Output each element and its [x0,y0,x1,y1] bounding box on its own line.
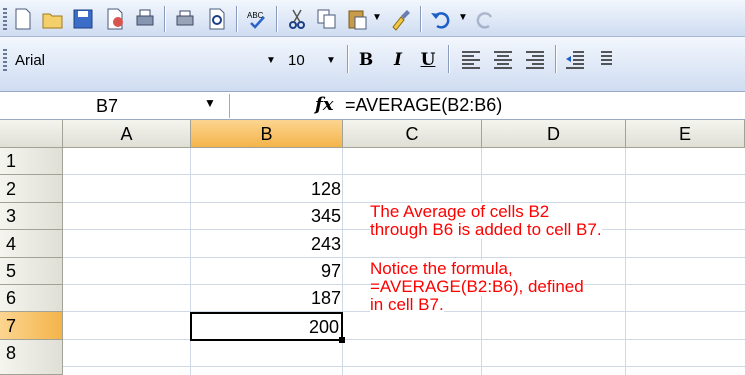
copy-icon[interactable] [314,6,340,32]
toolbar-separator [236,6,237,32]
chevron-down-icon[interactable]: ▼ [323,49,339,73]
toolbar-separator [276,6,277,32]
paste-options-arrow-icon[interactable]: ▼ [372,12,382,23]
cell-b5[interactable]: 97 [191,258,343,285]
active-cell-b7[interactable]: 200 [190,312,343,341]
select-all-corner[interactable] [0,120,63,148]
font-size-value: 10 [288,52,305,69]
column-header-c[interactable]: C [343,120,482,148]
cell-b2[interactable]: 128 [191,175,343,203]
standard-toolbar: ABC ▼ ▼ [0,0,745,37]
cell-b7-value: 200 [308,317,339,337]
name-box-value: B7 [96,96,119,116]
font-name-dropdown[interactable]: Arial ▼ [10,48,280,74]
redo-icon[interactable] [472,6,498,32]
font-size-dropdown[interactable]: 10 ▼ [283,48,340,74]
row-header-7[interactable]: 7 [0,312,63,340]
permission-icon[interactable] [102,6,128,32]
undo-icon[interactable] [428,6,454,32]
row-header-3[interactable]: 3 [0,203,63,230]
row-header-8[interactable]: 8 [0,340,63,375]
name-box[interactable]: B7 ▼ [0,94,230,118]
row-header-5[interactable]: 5 [0,258,63,285]
row-header-1[interactable]: 1 [0,148,63,175]
column-header-a[interactable]: A [63,120,191,148]
format-painter-icon[interactable] [388,6,414,32]
toolbar-separator [448,45,449,73]
toolbar-separator [347,45,348,73]
column-header-e[interactable]: E [626,120,745,148]
toolbar-separator [164,6,165,32]
note-line-2: through B6 is added to cell B7. [370,220,602,239]
print-icon[interactable] [132,6,158,32]
paste-icon[interactable] [344,6,370,32]
gridline [63,339,745,340]
gridline [63,174,745,175]
font-name-value: Arial [15,52,46,69]
toolbar-grip[interactable] [3,8,7,30]
align-center-icon[interactable] [490,46,516,72]
column-header-d[interactable]: D [482,120,626,148]
underline-button[interactable]: U [414,46,442,74]
toolbar-grip[interactable] [3,49,7,71]
cell-b3[interactable]: 345 [191,203,343,230]
note-line-5: in cell B7. [370,295,444,314]
row-header-6[interactable]: 6 [0,285,63,312]
chevron-down-icon[interactable]: ▼ [204,96,216,110]
cut-icon[interactable] [284,6,310,32]
formula-bar: B7 ▼ fx =AVERAGE(B2:B6) [0,92,745,120]
row-header-4[interactable]: 4 [0,230,63,258]
formatting-toolbar: Arial ▼ 10 ▼ B I U [0,37,745,92]
row-header-2[interactable]: 2 [0,175,63,203]
worksheet-grid[interactable]: A B C D E 1 2 3 4 5 6 7 8 128 345 243 97… [0,120,745,375]
note-line-3: Notice the formula, [370,259,513,278]
spelling-icon[interactable]: ABC [244,6,270,32]
gridline [625,148,626,375]
cell-b4[interactable]: 243 [191,230,343,258]
gridline [63,366,745,367]
gridline [63,257,745,258]
formula-input[interactable]: =AVERAGE(B2:B6) [345,92,502,119]
decrease-indent-icon[interactable] [562,46,588,72]
align-right-icon[interactable] [522,46,548,72]
toolbar-separator [555,45,556,73]
undo-dropdown-icon[interactable]: ▼ [458,12,468,23]
print-preview-icon[interactable] [172,6,198,32]
increase-indent-icon[interactable] [590,46,616,72]
preview-icon[interactable] [204,6,230,32]
toolbar-separator [420,6,421,32]
note-line-4: =AVERAGE(B2:B6), defined [370,277,584,296]
note-line-1: The Average of cells B2 [370,202,550,221]
bold-button[interactable]: B [352,46,380,74]
italic-button[interactable]: I [384,46,412,74]
chevron-down-icon[interactable]: ▼ [263,49,279,73]
cell-b6[interactable]: 187 [191,285,343,312]
new-icon[interactable] [10,6,36,32]
align-left-icon[interactable] [458,46,484,72]
open-icon[interactable] [40,6,66,32]
column-header-b[interactable]: B [191,120,343,148]
save-icon[interactable] [70,6,96,32]
insert-function-icon[interactable]: fx [315,92,333,118]
fill-handle[interactable] [339,337,345,343]
